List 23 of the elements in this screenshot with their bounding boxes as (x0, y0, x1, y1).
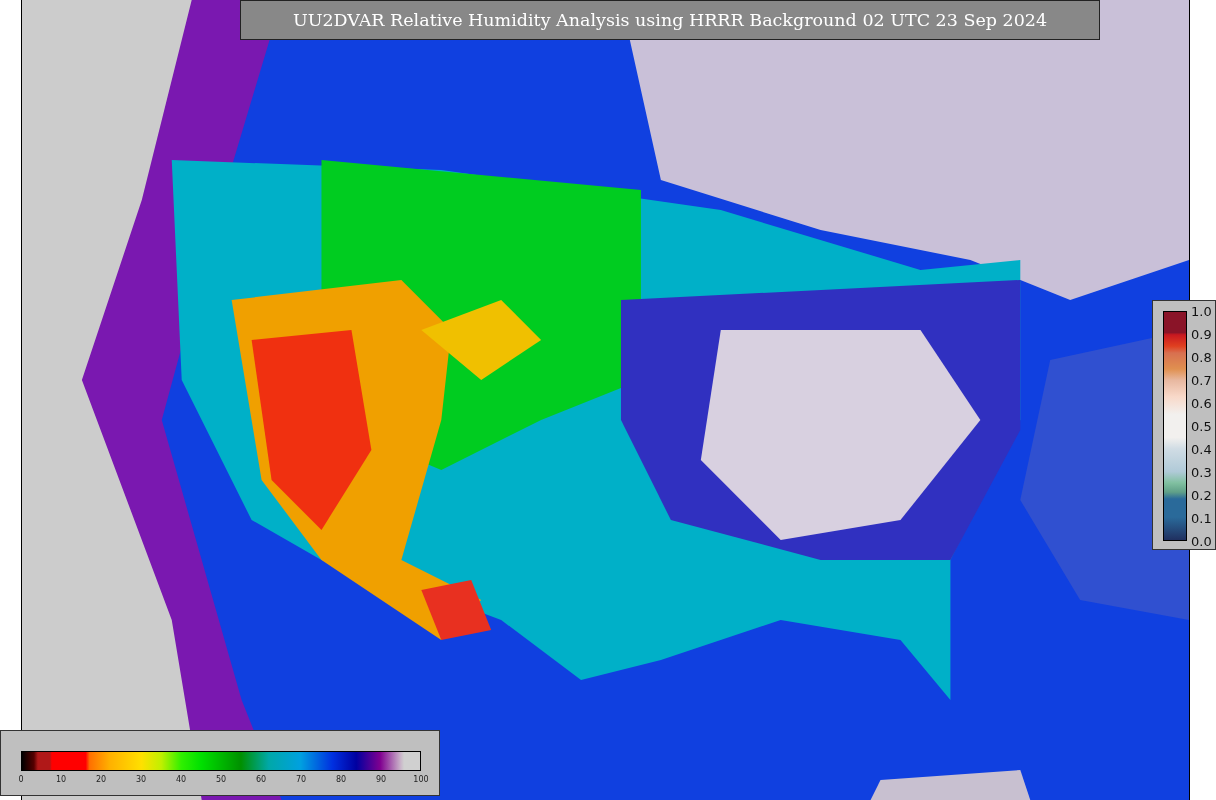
tick-label: 0.0 (1191, 533, 1212, 549)
chart-title: UU2DVAR Relative Humidity Analysis using HRRR Background 02 UTC 23 Sep 2024 (240, 0, 1100, 40)
tick-label: 0.5 (1191, 418, 1212, 434)
tick-label: 50 (215, 775, 227, 784)
tick-label: 0.4 (1191, 441, 1212, 457)
tick-label: 0.3 (1191, 464, 1212, 480)
tick-label: 0.2 (1191, 487, 1212, 503)
tick-label: 70 (295, 775, 307, 784)
tick-label: 0.6 (1191, 395, 1212, 411)
tick-label: 1.0 (1191, 303, 1212, 319)
tick-label: 20 (95, 775, 107, 784)
tick-label: 100 (413, 775, 429, 784)
tick-label: 0.8 (1191, 349, 1212, 365)
tick-label: 60 (255, 775, 267, 784)
tick-label: 0.1 (1191, 510, 1212, 526)
tick-label: 0.9 (1191, 326, 1212, 342)
tick-label: 40 (175, 775, 187, 784)
tick-label: 30 (135, 775, 147, 784)
tick-label: 90 (375, 775, 387, 784)
tick-label: 0.7 (1191, 372, 1212, 388)
tick-label: 80 (335, 775, 347, 784)
tick-label: 0 (18, 775, 24, 784)
tick-label: 10 (55, 775, 67, 784)
